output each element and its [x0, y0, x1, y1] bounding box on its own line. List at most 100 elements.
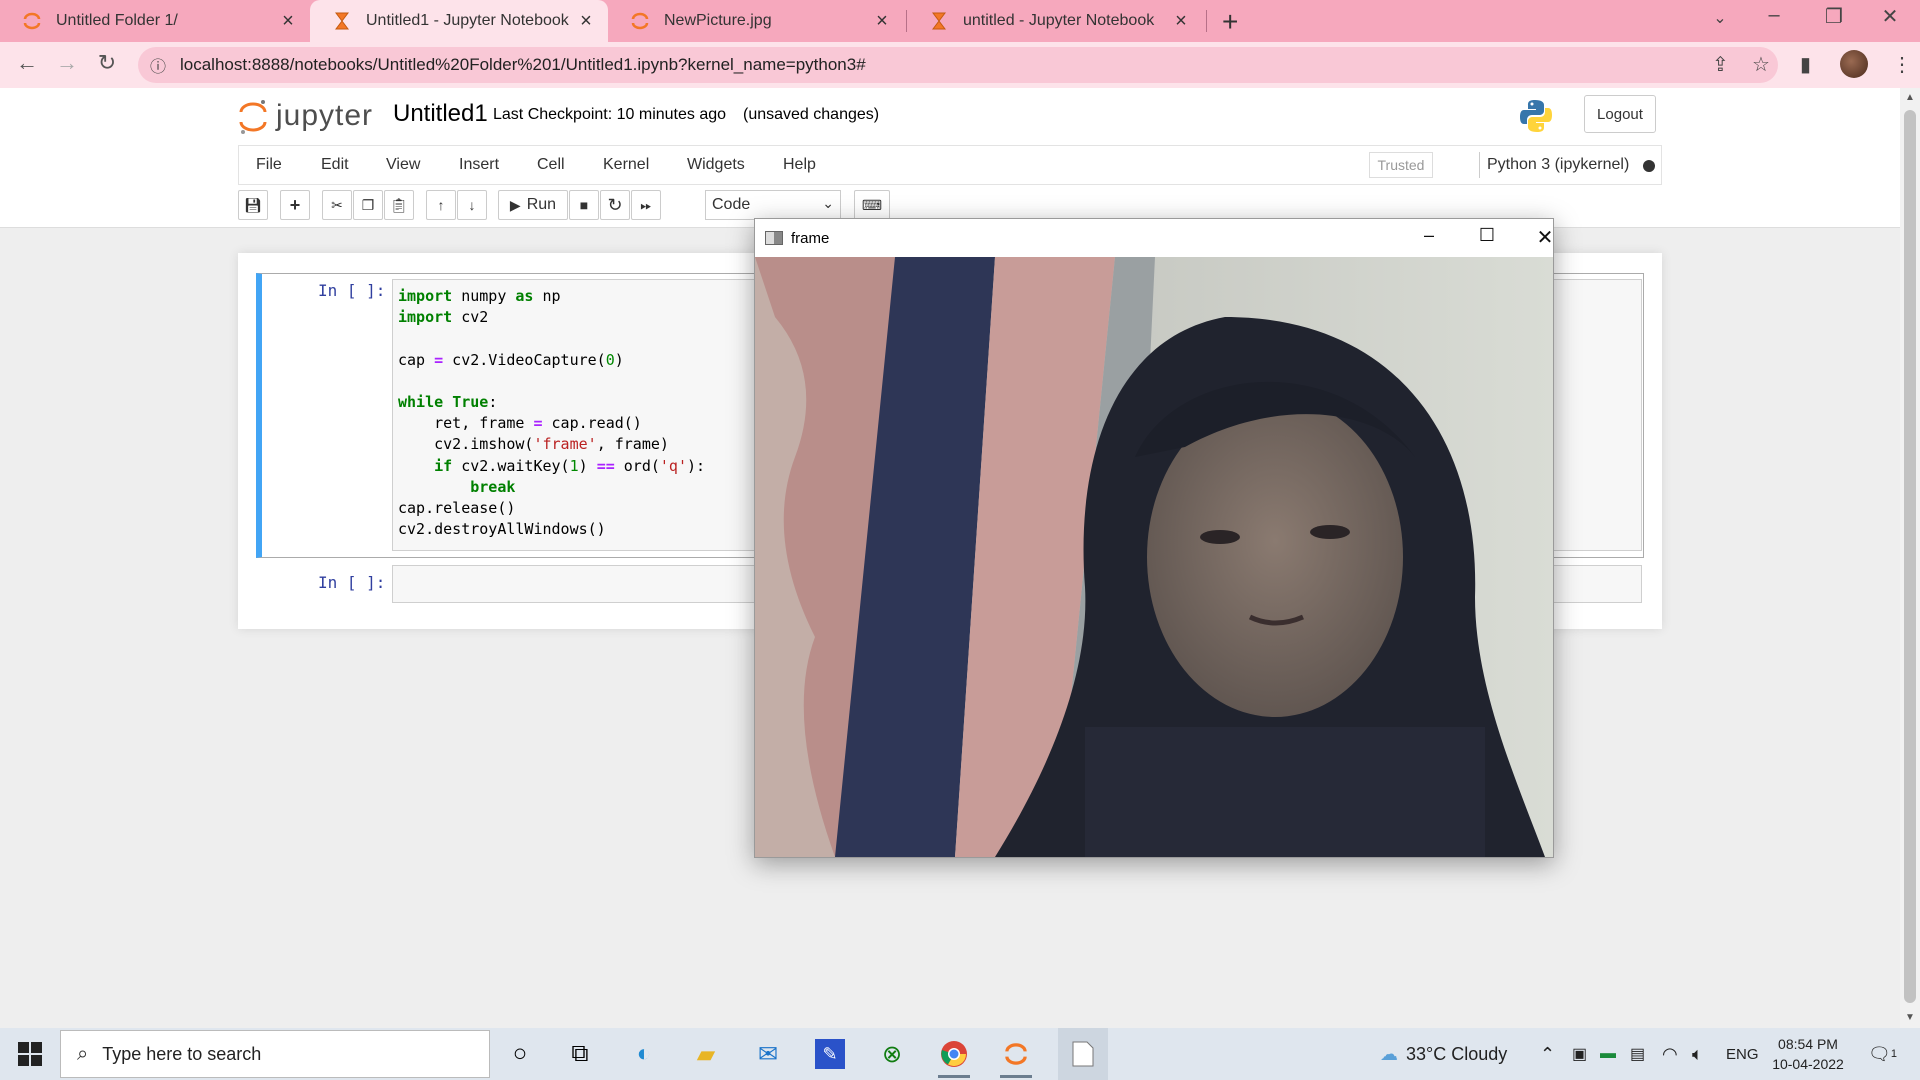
tab-search-chevron-icon[interactable]: ⌄ — [1700, 8, 1740, 28]
jupyter-icon — [631, 12, 649, 30]
logout-button[interactable]: Logout — [1584, 95, 1656, 133]
chevron-down-icon: ⌄ — [822, 195, 834, 211]
move-up-button[interactable]: ↑ — [426, 190, 456, 220]
run-button[interactable]: ▶ Run — [498, 190, 568, 220]
tab-newpicture[interactable]: NewPicture.jpg × — [608, 0, 904, 42]
save-icon: 💾︎ — [244, 196, 262, 213]
site-info-icon[interactable]: ⓘ — [150, 53, 180, 77]
menu-dots-icon[interactable]: ⋮ — [1892, 52, 1912, 77]
display-icon[interactable]: ▤ — [1630, 1028, 1645, 1080]
url-omnibox[interactable]: ⓘ localhost:8888/notebooks/Untitled%20Fo… — [138, 47, 1778, 83]
menu-insert[interactable]: Insert — [459, 156, 499, 174]
xbox-icon[interactable]: ⊗ — [872, 1034, 912, 1074]
arrow-down-icon: ↓ — [468, 197, 476, 213]
weather-widget[interactable]: ☁ 33°C Cloudy — [1380, 1028, 1507, 1080]
menu-bar: File Edit View Insert Cell Kernel Widget… — [238, 145, 1662, 185]
arrow-up-icon: ↑ — [437, 197, 445, 213]
forward-arrow-icon[interactable]: → — [52, 50, 82, 76]
window-titlebar[interactable]: frame – ☐ ✕ — [755, 219, 1553, 257]
profile-avatar[interactable] — [1840, 50, 1868, 78]
close-icon[interactable]: × — [1171, 10, 1191, 33]
fast-forward-icon: ⏩︎ — [640, 196, 652, 213]
save-button[interactable]: 💾︎ — [238, 190, 268, 220]
wifi-icon[interactable]: ◠ — [1662, 1028, 1678, 1080]
close-window-button[interactable]: ✕ — [1870, 4, 1910, 29]
pen-app-icon[interactable]: ✎ — [815, 1039, 845, 1069]
share-icon[interactable]: ⇪ — [1712, 52, 1729, 77]
chevron-up-icon[interactable]: ⌃ — [1540, 1028, 1555, 1080]
cut-button[interactable]: ✂ — [322, 190, 352, 220]
copy-icon: ❐ — [361, 196, 375, 213]
scroll-up-icon[interactable]: ▲ — [1905, 92, 1915, 103]
tab-untitled-notebook[interactable]: untitled - Jupyter Notebook × — [907, 0, 1203, 42]
move-down-button[interactable]: ↓ — [457, 190, 487, 220]
battery-icon[interactable]: ▬ — [1600, 1028, 1616, 1080]
jupyter-logo-icon — [239, 100, 267, 134]
restart-run-all-button[interactable]: ⏩︎ — [631, 190, 661, 220]
chrome-icon[interactable] — [934, 1034, 974, 1078]
kernel-name[interactable]: Python 3 (ipykernel) — [1487, 156, 1629, 174]
menu-view[interactable]: View — [386, 156, 420, 174]
taskbar-search-box[interactable]: ⌕ Type here to search — [60, 1030, 490, 1078]
close-button[interactable]: ✕ — [1525, 225, 1565, 250]
windows-start-icon[interactable] — [18, 1042, 42, 1066]
window-title: frame — [791, 229, 830, 247]
jupyter-header: jupyter Untitled1 Last Checkpoint: 10 mi… — [0, 88, 1900, 228]
paste-button[interactable]: 📋︎ — [384, 190, 414, 220]
browser-address-bar: ← → ↻ ⓘ localhost:8888/notebooks/Untitle… — [0, 42, 1920, 88]
kernel-status-icon — [1643, 160, 1655, 172]
menu-file[interactable]: File — [256, 156, 282, 174]
minimize-button[interactable]: – — [1754, 4, 1794, 27]
minimize-button[interactable]: – — [1409, 225, 1449, 246]
file-explorer-icon[interactable]: ▰ — [686, 1034, 726, 1074]
tab-untitled-folder[interactable]: Untitled Folder 1/ × — [0, 0, 310, 42]
menu-help[interactable]: Help — [783, 156, 816, 174]
interrupt-button[interactable]: ■ — [569, 190, 599, 220]
tab-untitled1-notebook[interactable]: Untitled1 - Jupyter Notebook × — [310, 0, 608, 42]
frame-window-taskbar-icon[interactable] — [1058, 1028, 1108, 1080]
code-line: import cv2 — [398, 308, 489, 327]
new-tab-button[interactable]: + — [1222, 6, 1238, 38]
insert-cell-button[interactable]: + — [280, 190, 310, 220]
bookmark-star-icon[interactable]: ☆ — [1752, 52, 1770, 77]
cell-type-select[interactable]: Code ⌄ — [705, 190, 841, 220]
notebook-name[interactable]: Untitled1 — [393, 100, 488, 128]
page-scrollbar[interactable]: ▲ ▼ — [1900, 88, 1920, 1028]
browser-tab-bar: Untitled Folder 1/ × Untitled1 - Jupyter… — [0, 0, 1920, 42]
scroll-down-icon[interactable]: ▼ — [1905, 1012, 1915, 1023]
scrollbar-thumb[interactable] — [1904, 110, 1916, 1003]
mail-icon[interactable]: ✉ — [748, 1034, 788, 1074]
menu-widgets[interactable]: Widgets — [687, 156, 745, 174]
maximize-button[interactable]: ☐ — [1467, 225, 1507, 246]
code-line: if cv2.waitKey(1) == ord('q'): — [434, 456, 706, 475]
copy-button[interactable]: ❐ — [353, 190, 383, 220]
hourglass-icon — [335, 12, 349, 30]
menu-cell[interactable]: Cell — [537, 156, 565, 174]
cloud-icon: ☁ — [1380, 1043, 1398, 1064]
trusted-indicator[interactable]: Trusted — [1369, 152, 1433, 178]
meet-now-icon[interactable]: ▣ — [1572, 1028, 1587, 1080]
unsaved-status: (unsaved changes) — [743, 106, 880, 123]
jupyter-taskbar-icon[interactable] — [996, 1034, 1036, 1078]
jupyter-logo[interactable]: jupyter — [238, 96, 373, 136]
close-icon[interactable]: × — [278, 10, 298, 33]
restart-button[interactable]: ↻ — [600, 190, 630, 220]
side-panel-icon[interactable]: ▮ — [1800, 52, 1811, 77]
back-arrow-icon[interactable]: ← — [12, 50, 42, 76]
task-view-icon[interactable]: ⧉ — [560, 1034, 600, 1074]
menu-kernel[interactable]: Kernel — [603, 156, 649, 174]
restore-button[interactable]: ❐ — [1814, 4, 1854, 29]
command-palette-button[interactable]: ⌨ — [854, 190, 890, 220]
close-icon[interactable]: × — [872, 10, 892, 33]
language-indicator[interactable]: ENG — [1726, 1028, 1759, 1080]
cortana-icon[interactable]: ○ — [500, 1034, 540, 1074]
taskbar-clock[interactable]: 08:54 PM 10-04-2022 — [1770, 1034, 1846, 1074]
menu-edit[interactable]: Edit — [321, 156, 349, 174]
close-icon[interactable]: × — [576, 10, 596, 33]
hourglass-icon — [932, 12, 946, 30]
url-text[interactable]: localhost:8888/notebooks/Untitled%20Fold… — [180, 55, 866, 75]
volume-icon[interactable]: 🔈︎ — [1692, 1028, 1703, 1080]
reload-icon[interactable]: ↻ — [92, 50, 122, 76]
notification-icon[interactable]: 🗨︎ 1 — [1868, 1028, 1897, 1080]
edge-icon[interactable]: ◐ — [624, 1034, 664, 1074]
